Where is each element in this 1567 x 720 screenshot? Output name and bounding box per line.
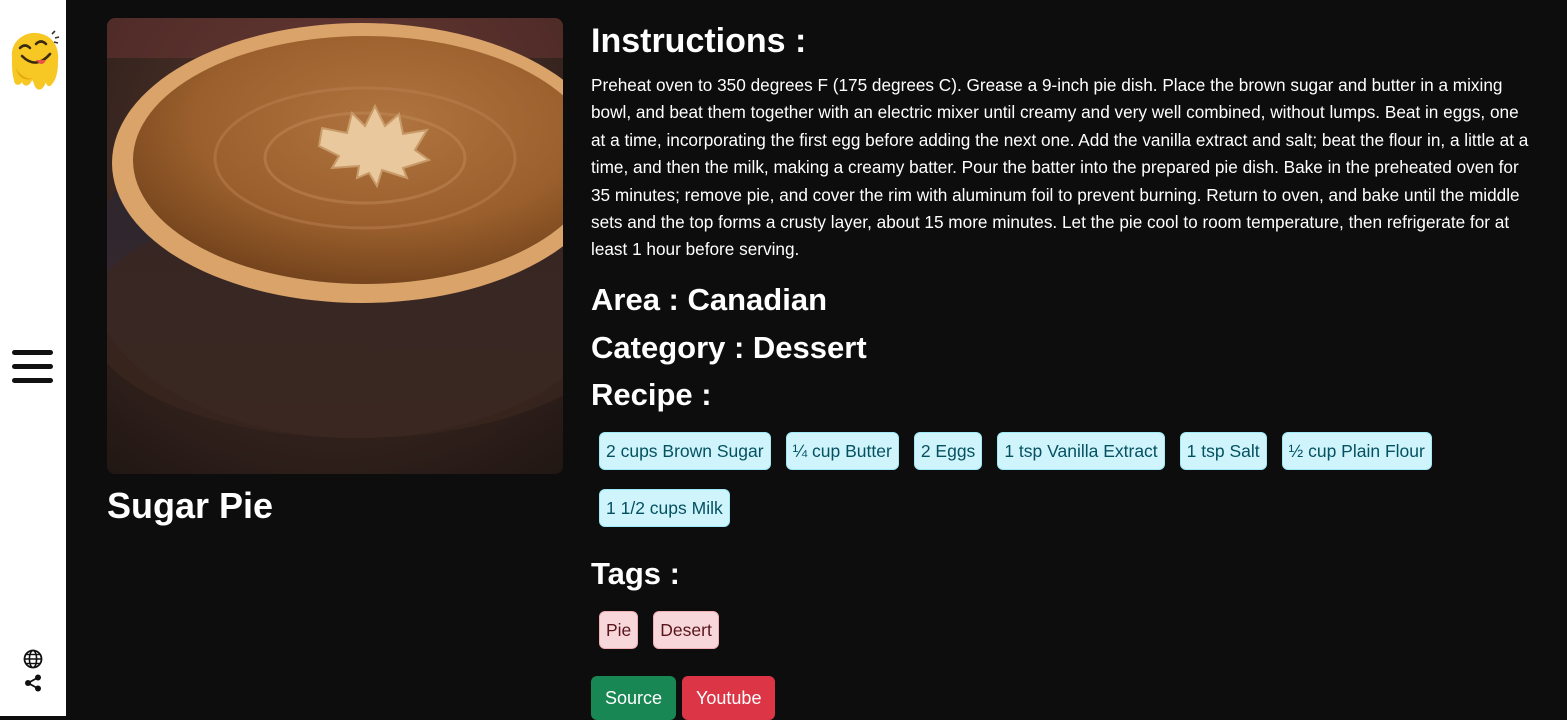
- area-heading: Area : Canadian: [591, 282, 828, 317]
- smiley-logo-icon[interactable]: [6, 28, 62, 94]
- category-heading: Category : Dessert: [591, 330, 867, 365]
- menu-bar-1: [12, 350, 53, 355]
- youtube-button[interactable]: Youtube: [682, 676, 776, 720]
- instructions-text: Preheat oven to 350 degrees F (175 degre…: [591, 75, 1529, 260]
- hamburger-menu-icon[interactable]: [12, 350, 54, 390]
- source-button[interactable]: Source: [591, 676, 677, 720]
- tag-badge: Desert: [653, 611, 719, 649]
- tag-list: Pie Desert: [599, 611, 734, 649]
- recipe-heading: Recipe :: [591, 377, 712, 412]
- tags-heading: Tags :: [591, 556, 680, 591]
- ingredient-badge: 1 1/2 cups Milk: [599, 489, 730, 527]
- meal-details: Instructions : Preheat oven to 350 degre…: [591, 18, 1531, 720]
- ingredient-badge: 2 cups Brown Sugar: [599, 432, 771, 470]
- action-buttons: Source Youtube: [591, 676, 781, 720]
- ingredient-list: 2 cups Brown Sugar ¼ cup Butter 2 Eggs 1 ts…: [599, 432, 1499, 546]
- globe-icon[interactable]: [23, 649, 43, 669]
- ingredient-badge: ½ cup Plain Flour: [1281, 432, 1432, 470]
- ingredient-badge: 2 Eggs: [913, 432, 983, 470]
- ingredient-badge: ¼ cup Butter: [785, 432, 899, 470]
- instructions-heading: Instructions :: [591, 22, 807, 60]
- ingredient-badge: 1 tsp Salt: [1179, 432, 1267, 470]
- menu-bar-3: [12, 378, 53, 383]
- sidebar: [0, 0, 66, 716]
- meal-title: Sugar Pie: [107, 485, 274, 526]
- tag-badge: Pie: [599, 611, 639, 649]
- ingredient-badge: 1 tsp Vanilla Extract: [997, 432, 1165, 470]
- meal-photo: [107, 18, 563, 474]
- menu-bar-2: [12, 364, 53, 369]
- share-icon[interactable]: [24, 674, 42, 692]
